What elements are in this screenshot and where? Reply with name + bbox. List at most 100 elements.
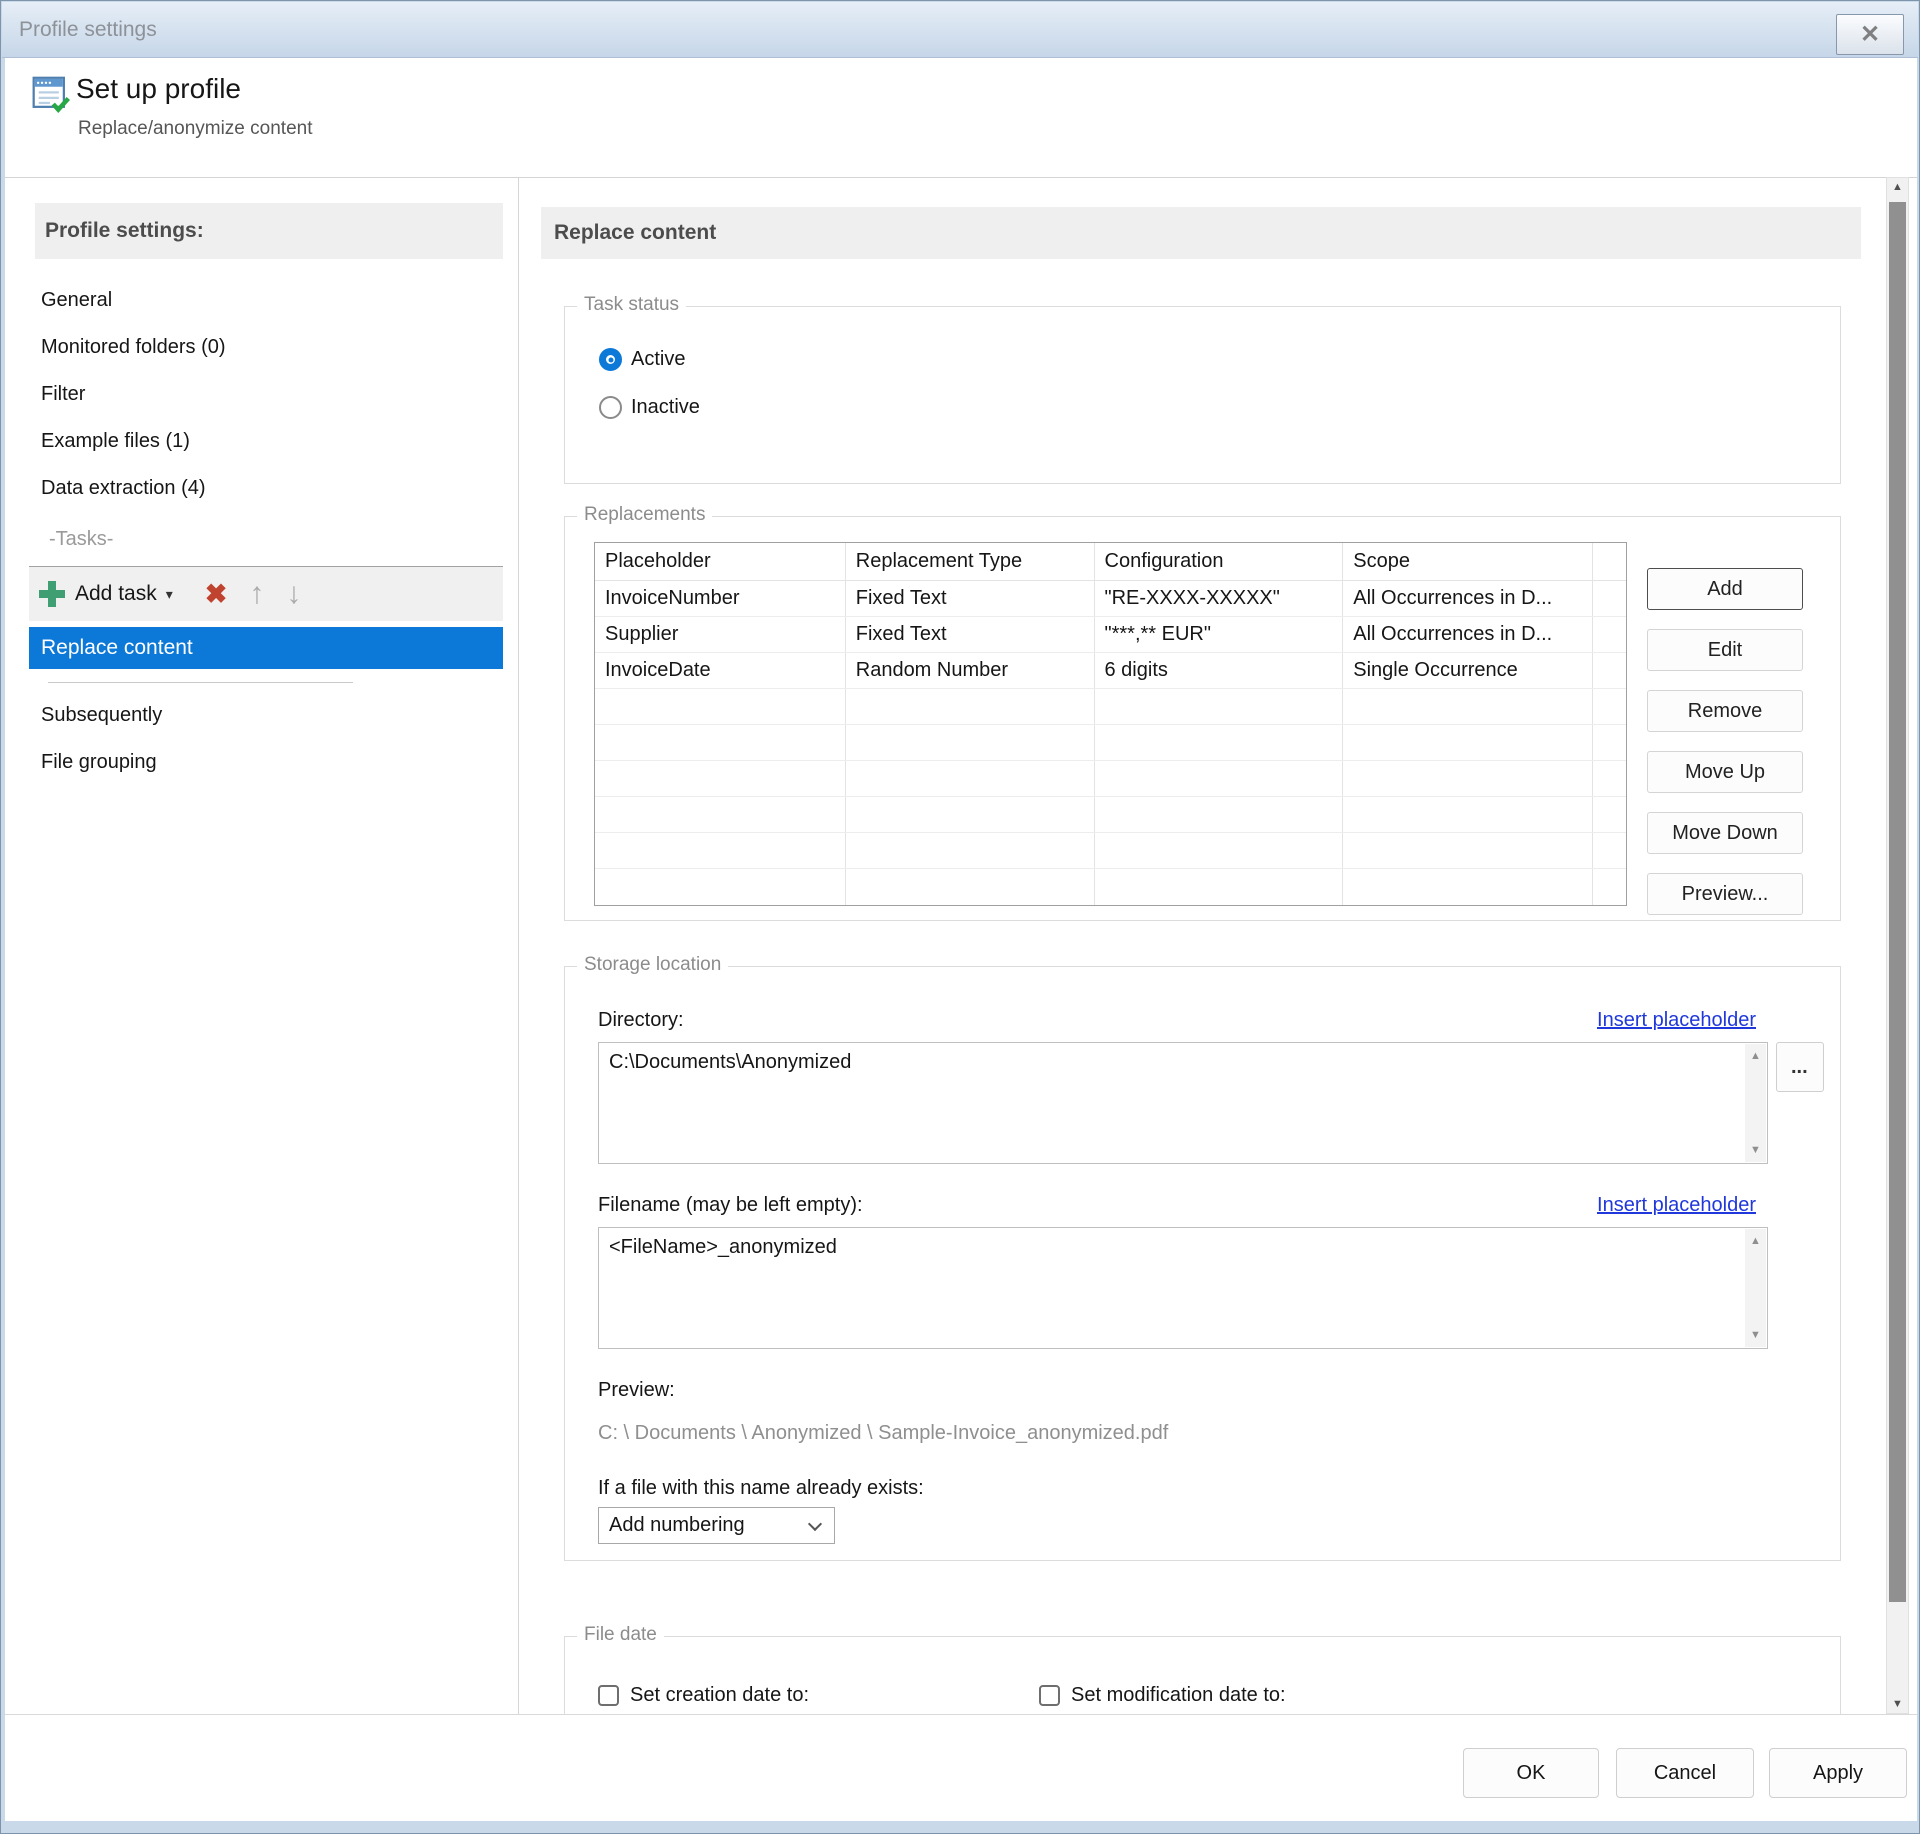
table-row-empty[interactable] <box>595 725 1626 761</box>
ok-button[interactable]: OK <box>1463 1748 1599 1798</box>
titlebar[interactable]: Profile settings ✕ <box>2 2 1918 58</box>
table-row-empty[interactable] <box>595 869 1626 905</box>
sidebar-main-divider <box>518 177 519 1714</box>
preview-path: C: \ Documents \ Anonymized \ Sample-Inv… <box>598 1422 1169 1444</box>
move-task-up-button[interactable]: ↑ <box>249 577 264 611</box>
close-button[interactable]: ✕ <box>1836 14 1904 55</box>
move-task-down-button[interactable]: ↓ <box>286 577 301 611</box>
scroll-down-icon[interactable]: ▼ <box>1887 1698 1908 1710</box>
column-header-configuration[interactable]: Configuration <box>1095 543 1344 580</box>
cell-scope: All Occurrences in D... <box>1343 617 1593 652</box>
tasks-toolbar: Add task ▾ ✖ ↑ ↓ <box>29 566 503 621</box>
table-row-empty[interactable] <box>595 833 1626 869</box>
replacements-table[interactable]: Placeholder Replacement Type Configurati… <box>594 542 1627 906</box>
tasks-divider <box>48 682 353 683</box>
cell-scope: Single Occurrence <box>1343 653 1593 688</box>
radio-active[interactable] <box>599 348 622 371</box>
insert-placeholder-link-directory[interactable]: Insert placeholder <box>1597 1009 1756 1032</box>
table-row-empty[interactable] <box>595 689 1626 725</box>
cell-placeholder: InvoiceNumber <box>595 581 846 616</box>
remove-button[interactable]: Remove <box>1647 690 1803 732</box>
footer-divider <box>5 1714 1917 1715</box>
preview-button[interactable]: Preview... <box>1647 873 1803 915</box>
window-title: Profile settings <box>19 18 157 41</box>
sidebar-item-filter[interactable]: Filter <box>35 374 503 414</box>
sidebar-item-data-extraction[interactable]: Data extraction (4) <box>35 468 503 508</box>
task-status-legend: Task status <box>577 294 687 316</box>
sidebar-item-monitored-folders[interactable]: Monitored folders (0) <box>35 327 503 367</box>
filename-input[interactable]: <FileName>_anonymized ▲ ▼ <box>598 1227 1768 1349</box>
dialog-content: Set up profile Replace/anonymize content… <box>5 58 1917 1821</box>
sidebar-item-replace-content[interactable]: Replace content <box>29 627 503 669</box>
chevron-down-icon <box>807 1516 823 1532</box>
scrollbar-thumb[interactable] <box>1889 202 1906 1602</box>
cancel-button[interactable]: Cancel <box>1616 1748 1754 1798</box>
cell-placeholder: InvoiceDate <box>595 653 846 688</box>
table-row[interactable]: InvoiceNumber Fixed Text "RE-XXXX-XXXXX"… <box>595 581 1626 617</box>
profile-window-icon <box>32 76 70 113</box>
column-header-replacement-type[interactable]: Replacement Type <box>846 543 1095 580</box>
replacements-legend: Replacements <box>577 504 713 526</box>
sidebar-item-file-grouping[interactable]: File grouping <box>35 742 503 782</box>
cell-spacer <box>1593 653 1626 688</box>
scroll-up-icon[interactable]: ▲ <box>1887 181 1908 193</box>
replacements-group: Replacements Placeholder Replacement Typ… <box>564 504 1841 921</box>
scroll-up-icon[interactable]: ▲ <box>1745 1050 1766 1062</box>
filename-label: Filename (may be left empty): <box>598 1194 863 1216</box>
directory-input[interactable]: C:\Documents\Anonymized ▲ ▼ <box>598 1042 1768 1164</box>
storage-location-legend: Storage location <box>577 954 729 976</box>
cell-configuration: "***,** EUR" <box>1095 617 1344 652</box>
table-row-empty[interactable] <box>595 761 1626 797</box>
filename-value: <FileName>_anonymized <box>609 1236 837 1258</box>
column-header-spacer <box>1593 543 1626 580</box>
table-row[interactable]: InvoiceDate Random Number 6 digits Singl… <box>595 653 1626 689</box>
profile-settings-dialog: Profile settings ✕ Set up profile Replac… <box>0 0 1920 1834</box>
task-status-group: Task status Active Inactive <box>564 294 1841 484</box>
scroll-down-icon[interactable]: ▼ <box>1745 1144 1766 1156</box>
directory-label: Directory: <box>598 1009 684 1031</box>
set-modification-date-label: Set modification date to: <box>1071 1684 1286 1706</box>
file-date-group: File date Set creation date to: Set modi… <box>564 1624 1841 1714</box>
column-header-placeholder[interactable]: Placeholder <box>595 543 846 580</box>
move-up-button[interactable]: Move Up <box>1647 751 1803 793</box>
add-task-button[interactable]: Add task <box>75 582 157 606</box>
add-button[interactable]: Add <box>1647 568 1803 610</box>
delete-task-button[interactable]: ✖ <box>205 579 228 610</box>
cell-replacement-type: Fixed Text <box>846 581 1095 616</box>
filename-scrollbar[interactable]: ▲ ▼ <box>1745 1229 1766 1347</box>
tasks-section-label: -Tasks- <box>49 528 114 550</box>
cell-configuration: 6 digits <box>1095 653 1344 688</box>
table-row[interactable]: Supplier Fixed Text "***,** EUR" All Occ… <box>595 617 1626 653</box>
add-icon <box>39 581 65 607</box>
table-row-empty[interactable] <box>595 797 1626 833</box>
edit-button[interactable]: Edit <box>1647 629 1803 671</box>
directory-scrollbar[interactable]: ▲ ▼ <box>1745 1044 1766 1162</box>
cell-spacer <box>1593 581 1626 616</box>
scroll-down-icon[interactable]: ▼ <box>1745 1329 1766 1341</box>
move-down-button[interactable]: Move Down <box>1647 812 1803 854</box>
header-divider <box>5 177 1917 178</box>
radio-inactive[interactable] <box>599 396 622 419</box>
chevron-down-icon[interactable]: ▾ <box>166 586 173 603</box>
radio-inactive-label: Inactive <box>631 396 700 418</box>
sidebar-item-example-files[interactable]: Example files (1) <box>35 421 503 461</box>
set-modification-date-checkbox[interactable] <box>1039 1685 1060 1706</box>
main-panel-title: Replace content <box>541 207 1861 259</box>
set-creation-date-label: Set creation date to: <box>630 1684 810 1706</box>
cell-scope: All Occurrences in D... <box>1343 581 1593 616</box>
main-scrollbar[interactable]: ▲ ▼ <box>1886 177 1909 1714</box>
exists-dropdown-value: Add numbering <box>609 1514 745 1536</box>
sidebar-item-subsequently[interactable]: Subsequently <box>35 695 503 735</box>
preview-label: Preview: <box>598 1379 675 1401</box>
cell-configuration: "RE-XXXX-XXXXX" <box>1095 581 1344 616</box>
sidebar-item-general[interactable]: General <box>35 280 503 320</box>
table-header-row: Placeholder Replacement Type Configurati… <box>595 543 1626 581</box>
exists-label: If a file with this name already exists: <box>598 1477 924 1499</box>
browse-directory-button[interactable]: ... <box>1776 1042 1824 1092</box>
column-header-scope[interactable]: Scope <box>1343 543 1593 580</box>
set-creation-date-checkbox[interactable] <box>598 1685 619 1706</box>
apply-button[interactable]: Apply <box>1769 1748 1907 1798</box>
insert-placeholder-link-filename[interactable]: Insert placeholder <box>1597 1194 1756 1217</box>
scroll-up-icon[interactable]: ▲ <box>1745 1235 1766 1247</box>
exists-dropdown[interactable]: Add numbering <box>598 1507 835 1544</box>
